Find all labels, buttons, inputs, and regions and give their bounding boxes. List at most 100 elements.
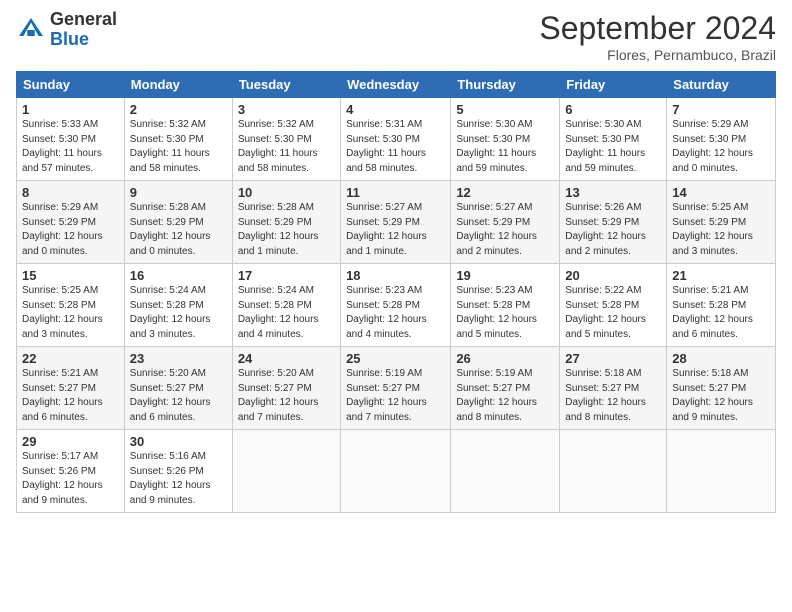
calendar-week-row: 15 Sunrise: 5:25 AMSunset: 5:28 PMDaylig… <box>17 264 776 347</box>
calendar-week-row: 8 Sunrise: 5:29 AMSunset: 5:29 PMDayligh… <box>17 181 776 264</box>
day-number: 8 <box>22 185 119 200</box>
day-number: 18 <box>346 268 445 283</box>
day-info: Sunrise: 5:21 AMSunset: 5:28 PMDaylight:… <box>672 284 770 342</box>
calendar-cell: 15 Sunrise: 5:25 AMSunset: 5:28 PMDaylig… <box>17 264 125 347</box>
title-block: September 2024 Flores, Pernambuco, Brazi… <box>539 10 776 63</box>
calendar-cell: 2 Sunrise: 5:32 AMSunset: 5:30 PMDayligh… <box>124 98 232 181</box>
day-number: 16 <box>130 268 227 283</box>
calendar-cell: 3 Sunrise: 5:32 AMSunset: 5:30 PMDayligh… <box>232 98 340 181</box>
day-number: 2 <box>130 102 227 117</box>
day-info: Sunrise: 5:17 AMSunset: 5:26 PMDaylight:… <box>22 450 119 508</box>
calendar-cell: 6 Sunrise: 5:30 AMSunset: 5:30 PMDayligh… <box>560 98 667 181</box>
col-monday: Monday <box>124 72 232 98</box>
logo-general: General <box>50 9 117 29</box>
day-number: 10 <box>238 185 335 200</box>
day-info: Sunrise: 5:33 AMSunset: 5:30 PMDaylight:… <box>22 118 119 176</box>
day-info: Sunrise: 5:27 AMSunset: 5:29 PMDaylight:… <box>346 201 445 259</box>
page: General Blue September 2024 Flores, Pern… <box>0 0 792 523</box>
day-number: 28 <box>672 351 770 366</box>
calendar-cell: 11 Sunrise: 5:27 AMSunset: 5:29 PMDaylig… <box>341 181 451 264</box>
day-number: 3 <box>238 102 335 117</box>
calendar-cell <box>451 430 560 513</box>
day-info: Sunrise: 5:25 AMSunset: 5:29 PMDaylight:… <box>672 201 770 259</box>
calendar-cell: 20 Sunrise: 5:22 AMSunset: 5:28 PMDaylig… <box>560 264 667 347</box>
day-info: Sunrise: 5:22 AMSunset: 5:28 PMDaylight:… <box>565 284 661 342</box>
calendar-cell: 8 Sunrise: 5:29 AMSunset: 5:29 PMDayligh… <box>17 181 125 264</box>
day-number: 4 <box>346 102 445 117</box>
day-number: 12 <box>456 185 554 200</box>
col-thursday: Thursday <box>451 72 560 98</box>
day-number: 30 <box>130 434 227 449</box>
col-wednesday: Wednesday <box>341 72 451 98</box>
day-number: 13 <box>565 185 661 200</box>
day-number: 17 <box>238 268 335 283</box>
calendar-cell: 25 Sunrise: 5:19 AMSunset: 5:27 PMDaylig… <box>341 347 451 430</box>
calendar-cell: 24 Sunrise: 5:20 AMSunset: 5:27 PMDaylig… <box>232 347 340 430</box>
logo-blue: Blue <box>50 29 89 49</box>
day-number: 6 <box>565 102 661 117</box>
logo: General Blue <box>16 10 117 50</box>
day-info: Sunrise: 5:24 AMSunset: 5:28 PMDaylight:… <box>130 284 227 342</box>
day-info: Sunrise: 5:29 AMSunset: 5:30 PMDaylight:… <box>672 118 770 176</box>
day-number: 22 <box>22 351 119 366</box>
calendar-cell: 27 Sunrise: 5:18 AMSunset: 5:27 PMDaylig… <box>560 347 667 430</box>
day-info: Sunrise: 5:19 AMSunset: 5:27 PMDaylight:… <box>456 367 554 425</box>
calendar-cell: 16 Sunrise: 5:24 AMSunset: 5:28 PMDaylig… <box>124 264 232 347</box>
calendar-cell: 1 Sunrise: 5:33 AMSunset: 5:30 PMDayligh… <box>17 98 125 181</box>
day-info: Sunrise: 5:20 AMSunset: 5:27 PMDaylight:… <box>130 367 227 425</box>
day-number: 15 <box>22 268 119 283</box>
day-info: Sunrise: 5:25 AMSunset: 5:28 PMDaylight:… <box>22 284 119 342</box>
calendar-cell: 9 Sunrise: 5:28 AMSunset: 5:29 PMDayligh… <box>124 181 232 264</box>
day-info: Sunrise: 5:21 AMSunset: 5:27 PMDaylight:… <box>22 367 119 425</box>
day-info: Sunrise: 5:19 AMSunset: 5:27 PMDaylight:… <box>346 367 445 425</box>
day-number: 24 <box>238 351 335 366</box>
day-number: 9 <box>130 185 227 200</box>
col-saturday: Saturday <box>667 72 776 98</box>
calendar-cell: 22 Sunrise: 5:21 AMSunset: 5:27 PMDaylig… <box>17 347 125 430</box>
day-info: Sunrise: 5:32 AMSunset: 5:30 PMDaylight:… <box>130 118 227 176</box>
day-number: 23 <box>130 351 227 366</box>
calendar-cell <box>560 430 667 513</box>
day-number: 19 <box>456 268 554 283</box>
day-number: 21 <box>672 268 770 283</box>
calendar-cell <box>667 430 776 513</box>
calendar-cell: 18 Sunrise: 5:23 AMSunset: 5:28 PMDaylig… <box>341 264 451 347</box>
calendar-week-row: 1 Sunrise: 5:33 AMSunset: 5:30 PMDayligh… <box>17 98 776 181</box>
calendar-cell: 14 Sunrise: 5:25 AMSunset: 5:29 PMDaylig… <box>667 181 776 264</box>
col-sunday: Sunday <box>17 72 125 98</box>
day-info: Sunrise: 5:18 AMSunset: 5:27 PMDaylight:… <box>672 367 770 425</box>
calendar-cell: 23 Sunrise: 5:20 AMSunset: 5:27 PMDaylig… <box>124 347 232 430</box>
day-info: Sunrise: 5:26 AMSunset: 5:29 PMDaylight:… <box>565 201 661 259</box>
day-info: Sunrise: 5:16 AMSunset: 5:26 PMDaylight:… <box>130 450 227 508</box>
day-number: 29 <box>22 434 119 449</box>
day-number: 20 <box>565 268 661 283</box>
header: General Blue September 2024 Flores, Pern… <box>16 10 776 63</box>
day-info: Sunrise: 5:32 AMSunset: 5:30 PMDaylight:… <box>238 118 335 176</box>
day-number: 1 <box>22 102 119 117</box>
day-number: 26 <box>456 351 554 366</box>
day-info: Sunrise: 5:23 AMSunset: 5:28 PMDaylight:… <box>346 284 445 342</box>
logo-text: General Blue <box>50 10 117 50</box>
day-number: 25 <box>346 351 445 366</box>
day-info: Sunrise: 5:29 AMSunset: 5:29 PMDaylight:… <box>22 201 119 259</box>
calendar-cell: 19 Sunrise: 5:23 AMSunset: 5:28 PMDaylig… <box>451 264 560 347</box>
day-info: Sunrise: 5:30 AMSunset: 5:30 PMDaylight:… <box>565 118 661 176</box>
calendar-cell: 10 Sunrise: 5:28 AMSunset: 5:29 PMDaylig… <box>232 181 340 264</box>
logo-icon <box>16 15 46 45</box>
calendar-cell <box>341 430 451 513</box>
calendar-cell: 7 Sunrise: 5:29 AMSunset: 5:30 PMDayligh… <box>667 98 776 181</box>
day-info: Sunrise: 5:30 AMSunset: 5:30 PMDaylight:… <box>456 118 554 176</box>
calendar-cell: 5 Sunrise: 5:30 AMSunset: 5:30 PMDayligh… <box>451 98 560 181</box>
col-friday: Friday <box>560 72 667 98</box>
calendar-cell <box>232 430 340 513</box>
calendar-cell: 13 Sunrise: 5:26 AMSunset: 5:29 PMDaylig… <box>560 181 667 264</box>
calendar-header-row: Sunday Monday Tuesday Wednesday Thursday… <box>17 72 776 98</box>
day-number: 11 <box>346 185 445 200</box>
day-number: 14 <box>672 185 770 200</box>
day-number: 5 <box>456 102 554 117</box>
col-tuesday: Tuesday <box>232 72 340 98</box>
calendar-cell: 28 Sunrise: 5:18 AMSunset: 5:27 PMDaylig… <box>667 347 776 430</box>
day-number: 27 <box>565 351 661 366</box>
calendar-cell: 29 Sunrise: 5:17 AMSunset: 5:26 PMDaylig… <box>17 430 125 513</box>
month-title: September 2024 <box>539 10 776 47</box>
